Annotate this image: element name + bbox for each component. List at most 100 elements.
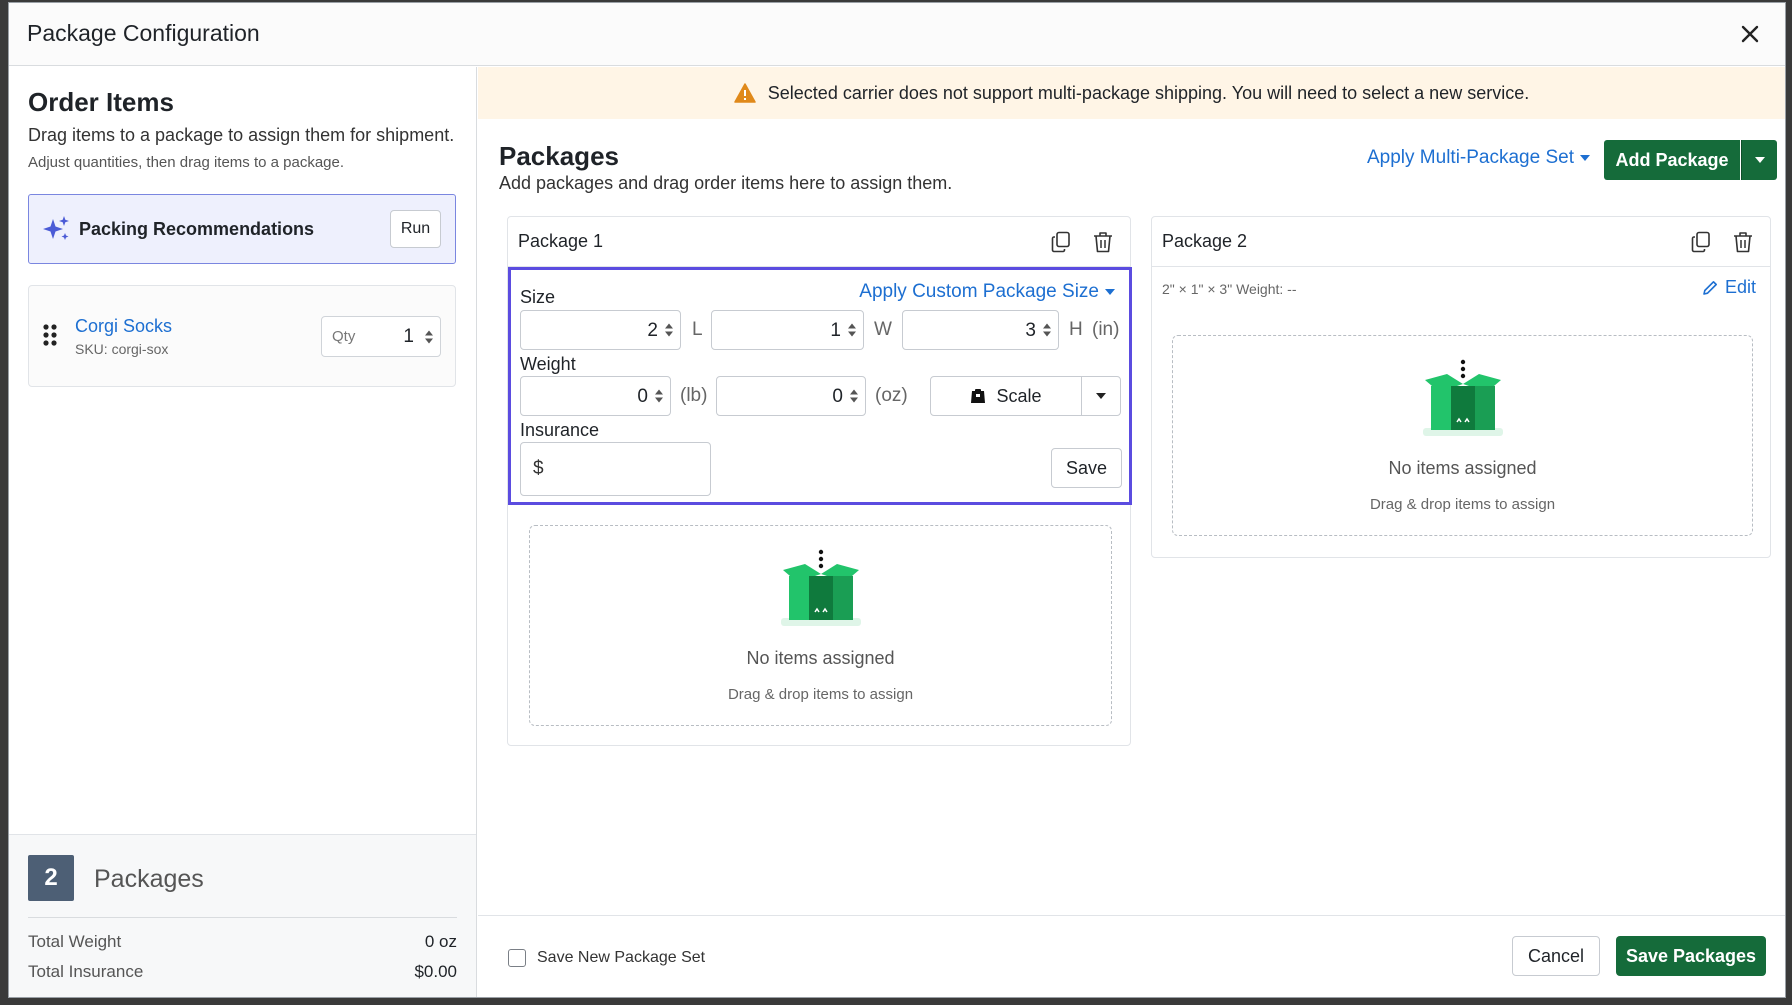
package-editor: Size Apply Custom Package Size 2 L 1 W 3 xyxy=(508,267,1132,505)
spinner-up-icon[interactable] xyxy=(665,323,673,329)
package-configuration-modal: Package Configuration Order Items Drag i… xyxy=(8,2,1786,998)
order-item-card[interactable]: Corgi Socks SKU: corgi-sox Qty 1 xyxy=(28,285,456,387)
lb-spinner[interactable] xyxy=(655,389,663,403)
qty-value[interactable]: 1 xyxy=(403,326,414,348)
width-unit: W xyxy=(874,319,892,340)
spinner-down-icon[interactable] xyxy=(850,397,858,403)
apply-custom-label: Apply Custom Package Size xyxy=(859,281,1099,302)
scale-label: Scale xyxy=(996,385,1042,406)
packages-description: Add packages and drag order items here t… xyxy=(499,173,953,193)
spinner-down-icon[interactable] xyxy=(655,397,663,403)
save-package-set-checkbox[interactable] xyxy=(508,949,526,967)
summary-divider xyxy=(28,917,457,918)
packing-recommendations: Packing Recommendations Run xyxy=(28,194,456,264)
modal-footer: Save New Package Set Cancel Save Package… xyxy=(478,915,1785,997)
scale-icon xyxy=(971,389,986,403)
add-package-dropdown-button[interactable] xyxy=(1741,140,1777,180)
package-header: Package 2 xyxy=(1152,217,1770,267)
height-unit: H xyxy=(1069,319,1083,340)
weight-lb-input[interactable]: 0 xyxy=(520,376,671,416)
spinner-down-icon[interactable] xyxy=(665,331,673,337)
weight-oz-value[interactable]: 0 xyxy=(832,386,843,408)
save-packages-button[interactable]: Save Packages xyxy=(1616,936,1766,976)
order-items-subdescription: Adjust quantities, then drag items to a … xyxy=(28,154,345,171)
width-value[interactable]: 1 xyxy=(830,320,841,342)
no-items-text: No items assigned xyxy=(1388,458,1537,478)
scale-dropdown-button[interactable] xyxy=(1081,376,1121,416)
pencil-icon xyxy=(1703,280,1717,295)
sparkle-icon xyxy=(43,216,69,240)
total-insurance-label: Total Insurance xyxy=(28,962,144,981)
edit-package-link[interactable]: Edit xyxy=(1701,277,1756,298)
run-button[interactable]: Run xyxy=(390,210,441,248)
oz-spinner[interactable] xyxy=(850,389,858,403)
qty-spinner[interactable] xyxy=(425,330,433,343)
oz-unit: (oz) xyxy=(875,385,908,406)
trash-icon xyxy=(1094,232,1112,253)
close-button[interactable] xyxy=(1735,19,1765,49)
scale-button[interactable]: Scale xyxy=(930,376,1082,416)
duplicate-package-button[interactable] xyxy=(1048,229,1074,255)
length-unit: L xyxy=(692,319,703,340)
delete-package-button[interactable] xyxy=(1730,229,1756,255)
height-input[interactable]: 3 xyxy=(902,310,1059,350)
drag-handle-icon[interactable] xyxy=(43,324,57,346)
copy-icon xyxy=(1691,231,1710,253)
total-weight-label: Total Weight xyxy=(28,932,122,951)
modal-header: Package Configuration xyxy=(9,3,1785,66)
package-dimensions-info: 2" × 1" × 3" Weight: -- xyxy=(1162,281,1297,297)
duplicate-package-button[interactable] xyxy=(1688,229,1714,255)
height-value[interactable]: 3 xyxy=(1025,320,1036,342)
package-drop-zone[interactable]: No items assigned Drag & drop items to a… xyxy=(1172,335,1753,536)
apply-custom-package-size-dropdown[interactable]: Apply Custom Package Size xyxy=(859,281,1115,303)
qty-label: Qty xyxy=(332,328,356,345)
open-box-icon xyxy=(780,549,861,626)
spinner-up-icon[interactable] xyxy=(850,389,858,395)
package-name: Package 2 xyxy=(1162,231,1248,251)
height-spinner[interactable] xyxy=(1043,323,1051,337)
spinner-up-icon[interactable] xyxy=(1043,323,1051,329)
delete-package-button[interactable] xyxy=(1090,229,1116,255)
spinner-down-icon[interactable] xyxy=(425,338,433,343)
insurance-label: Insurance xyxy=(520,420,600,440)
chevron-down-icon xyxy=(1580,155,1590,161)
spinner-up-icon[interactable] xyxy=(848,323,856,329)
close-icon xyxy=(1741,25,1759,43)
carrier-warning-banner: Selected carrier does not support multi-… xyxy=(478,67,1785,119)
drop-hint-text: Drag & drop items to assign xyxy=(727,686,914,703)
modal-title: Package Configuration xyxy=(27,20,260,46)
no-items-text: No items assigned xyxy=(746,648,895,668)
spinner-up-icon[interactable] xyxy=(655,389,663,395)
packages-title: Packages xyxy=(499,141,619,171)
package-drop-zone[interactable]: No items assigned Drag & drop items to a… xyxy=(529,525,1112,726)
weight-lb-value[interactable]: 0 xyxy=(637,386,648,408)
open-box-icon xyxy=(1422,359,1503,436)
lb-unit: (lb) xyxy=(680,385,708,406)
dimension-unit: (in) xyxy=(1092,319,1120,340)
chevron-down-icon xyxy=(1105,289,1115,295)
save-package-set-label[interactable]: Save New Package Set xyxy=(537,949,705,967)
packages-summary: 2 Packages Total Weight 0 oz Total Insur… xyxy=(9,834,476,997)
width-input[interactable]: 1 xyxy=(711,310,864,350)
width-spinner[interactable] xyxy=(848,323,856,337)
package-name: Package 1 xyxy=(518,231,604,251)
length-spinner[interactable] xyxy=(665,323,673,337)
total-insurance-row: Total Insurance $0.00 xyxy=(28,962,457,982)
spinner-up-icon[interactable] xyxy=(425,330,433,335)
edit-label: Edit xyxy=(1724,277,1756,297)
length-value[interactable]: 2 xyxy=(647,320,658,342)
item-name-link[interactable]: Corgi Socks xyxy=(75,316,172,337)
apply-multi-package-set-dropdown[interactable]: Apply Multi-Package Set xyxy=(1367,147,1590,169)
add-package-button[interactable]: Add Package xyxy=(1604,140,1740,180)
weight-oz-input[interactable]: 0 xyxy=(716,376,866,416)
spinner-down-icon[interactable] xyxy=(1043,331,1051,337)
total-weight-value: 0 oz xyxy=(424,932,457,951)
quantity-stepper[interactable]: Qty 1 xyxy=(321,316,441,357)
insurance-input[interactable]: $ xyxy=(520,442,711,496)
packages-panel: Selected carrier does not support multi-… xyxy=(478,67,1785,997)
trash-icon xyxy=(1734,232,1752,253)
length-input[interactable]: 2 xyxy=(520,310,681,350)
cancel-button[interactable]: Cancel xyxy=(1512,936,1600,976)
spinner-down-icon[interactable] xyxy=(848,331,856,337)
save-package-button[interactable]: Save xyxy=(1051,448,1122,488)
